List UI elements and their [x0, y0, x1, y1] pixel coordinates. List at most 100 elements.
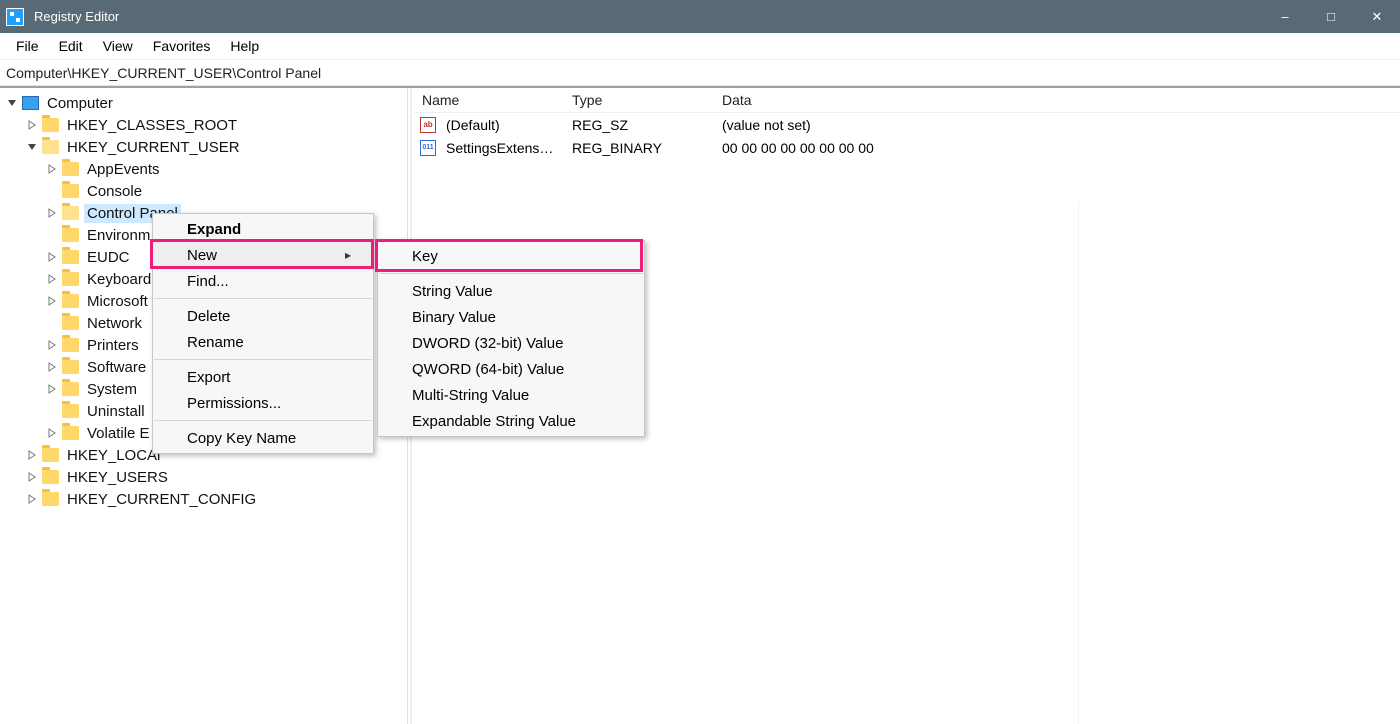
ctx-export[interactable]: Export — [153, 364, 373, 390]
caret-right-icon[interactable] — [44, 337, 60, 353]
folder-icon — [42, 492, 59, 506]
ctx-label: Multi-String Value — [412, 387, 529, 404]
computer-icon — [22, 96, 39, 110]
tree-item-console[interactable]: Console — [4, 180, 407, 202]
tree-item-hkusers[interactable]: HKEY_USERS — [4, 466, 407, 488]
folder-icon — [62, 404, 79, 418]
col-name[interactable]: Name — [414, 88, 564, 112]
tree-label: HKEY_CURRENT_USER — [64, 138, 243, 157]
ctx-new-qword[interactable]: QWORD (64-bit) Value — [378, 356, 644, 382]
menu-file[interactable]: File — [6, 36, 49, 56]
ctx-label: New — [187, 247, 217, 264]
caret-right-icon[interactable] — [44, 205, 60, 221]
list-row[interactable]: 011 SettingsExtensio... REG_BINARY 00 00… — [414, 136, 1400, 159]
ctx-expand[interactable]: Expand — [153, 216, 373, 242]
ctx-new-key[interactable]: Key — [378, 243, 644, 269]
separator — [379, 273, 643, 274]
tree-label: Network — [84, 314, 145, 333]
tree-label: Keyboard — [84, 270, 154, 289]
folder-icon — [42, 470, 59, 484]
caret-right-icon[interactable] — [24, 469, 40, 485]
ctx-new-expand[interactable]: Expandable String Value — [378, 408, 644, 434]
window-title: Registry Editor — [34, 9, 119, 24]
list-header: Name Type Data — [414, 88, 1400, 113]
menu-help[interactable]: Help — [220, 36, 269, 56]
col-data[interactable]: Data — [714, 88, 1400, 112]
ctx-new-multi[interactable]: Multi-String Value — [378, 382, 644, 408]
folder-icon — [62, 228, 79, 242]
minimize-button[interactable]: – — [1262, 0, 1308, 33]
value-name: (Default) — [438, 117, 564, 133]
folder-icon — [62, 250, 79, 264]
folder-icon — [62, 382, 79, 396]
folder-icon — [62, 294, 79, 308]
binary-value-icon: 011 — [418, 140, 438, 156]
tree-label: System — [84, 380, 140, 399]
menu-bar: File Edit View Favorites Help — [0, 33, 1400, 60]
ctx-delete[interactable]: Delete — [153, 303, 373, 329]
column-divider[interactable] — [1078, 201, 1079, 724]
caret-down-icon[interactable] — [4, 95, 20, 111]
caret-right-icon[interactable] — [44, 249, 60, 265]
close-button[interactable]: ✕ — [1354, 0, 1400, 33]
tree-item-hkconfig[interactable]: HKEY_CURRENT_CONFIG — [4, 488, 407, 510]
menu-favorites[interactable]: Favorites — [143, 36, 221, 56]
folder-icon — [62, 426, 79, 440]
ctx-copy-key-name[interactable]: Copy Key Name — [153, 425, 373, 451]
ctx-label: Key — [412, 248, 438, 265]
caret-right-icon[interactable] — [44, 425, 60, 441]
caret-right-icon[interactable] — [24, 447, 40, 463]
caret-right-icon[interactable] — [24, 117, 40, 133]
folder-icon — [62, 360, 79, 374]
caret-right-icon[interactable] — [44, 359, 60, 375]
value-type: REG_BINARY — [564, 140, 714, 156]
context-menu: Expand New ▸ Find... Delete Rename Expor… — [152, 213, 374, 454]
caret-right-icon[interactable] — [44, 293, 60, 309]
list-row[interactable]: ab (Default) REG_SZ (value not set) — [414, 113, 1400, 136]
tree-label: Microsoft — [84, 292, 151, 311]
tree-label: Environm — [84, 226, 153, 245]
tree-label: HKEY_LOCAl — [64, 446, 163, 465]
caret-right-icon[interactable] — [44, 381, 60, 397]
tree-label: Computer — [44, 94, 116, 113]
folder-icon — [42, 448, 59, 462]
folder-icon — [62, 206, 79, 220]
ctx-label: Expandable String Value — [412, 413, 576, 430]
ctx-permissions[interactable]: Permissions... — [153, 390, 373, 416]
ctx-new[interactable]: New ▸ — [153, 242, 373, 268]
ctx-new-binary[interactable]: Binary Value — [378, 304, 644, 330]
caret-right-icon[interactable] — [44, 271, 60, 287]
ctx-find[interactable]: Find... — [153, 268, 373, 294]
ctx-new-string[interactable]: String Value — [378, 278, 644, 304]
tree-label: AppEvents — [84, 160, 163, 179]
menu-edit[interactable]: Edit — [49, 36, 93, 56]
ctx-rename[interactable]: Rename — [153, 329, 373, 355]
caret-right-icon[interactable] — [44, 161, 60, 177]
tree-label: HKEY_CLASSES_ROOT — [64, 116, 240, 135]
tree-label: Volatile E — [84, 424, 153, 443]
value-data: (value not set) — [714, 117, 1400, 133]
tree-label: Printers — [84, 336, 142, 355]
col-type[interactable]: Type — [564, 88, 714, 112]
caret-right-icon[interactable] — [24, 491, 40, 507]
value-name: SettingsExtensio... — [438, 140, 564, 156]
menu-view[interactable]: View — [93, 36, 143, 56]
tree-item-hkcr[interactable]: HKEY_CLASSES_ROOT — [4, 114, 407, 136]
ctx-label: Copy Key Name — [187, 430, 296, 447]
string-value-icon: ab — [418, 117, 438, 133]
ctx-new-dword[interactable]: DWORD (32-bit) Value — [378, 330, 644, 356]
ctx-label: Expand — [187, 221, 241, 238]
folder-icon — [62, 162, 79, 176]
caret-down-icon[interactable] — [24, 139, 40, 155]
tree-item-hkcu[interactable]: HKEY_CURRENT_USER — [4, 136, 407, 158]
tree-item-computer[interactable]: Computer — [4, 92, 407, 114]
address-bar[interactable]: Computer\HKEY_CURRENT_USER\Control Panel — [0, 60, 1400, 86]
maximize-button[interactable]: □ — [1308, 0, 1354, 33]
tree-item-appevents[interactable]: AppEvents — [4, 158, 407, 180]
ctx-label: Export — [187, 369, 230, 386]
folder-icon — [62, 272, 79, 286]
tree-label: EUDC — [84, 248, 133, 267]
folder-icon — [62, 316, 79, 330]
separator — [154, 359, 372, 360]
title-bar: Registry Editor – □ ✕ — [0, 0, 1400, 33]
